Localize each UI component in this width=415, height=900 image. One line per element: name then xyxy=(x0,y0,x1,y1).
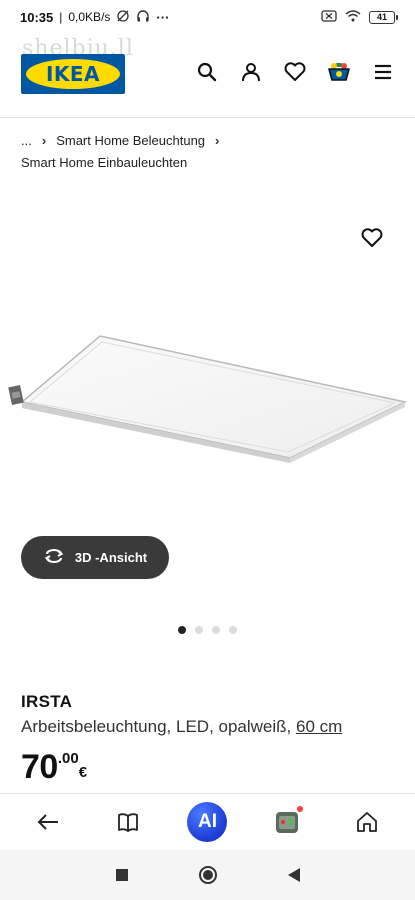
recent-apps-button[interactable] xyxy=(110,863,134,887)
back-button[interactable] xyxy=(282,863,306,887)
browser-toolbar: AI xyxy=(0,793,415,849)
back-icon[interactable] xyxy=(28,802,68,842)
gallery-dot[interactable] xyxy=(212,626,220,634)
book-icon[interactable] xyxy=(108,802,148,842)
breadcrumb: ... › Smart Home Beleuchtung › Smart Hom… xyxy=(21,132,401,171)
menu-icon[interactable] xyxy=(371,60,395,84)
rotate-3d-icon xyxy=(43,548,65,567)
home-button[interactable] xyxy=(196,863,220,887)
price-decimal: .00 xyxy=(57,750,79,767)
logo-oval: IKEA xyxy=(26,59,120,89)
wifi-icon xyxy=(345,9,361,25)
product-gallery[interactable]: 3D -Ansicht xyxy=(0,182,415,634)
gallery-dot[interactable] xyxy=(195,626,203,634)
breadcrumb-current[interactable]: Smart Home Einbauleuchten xyxy=(21,155,401,171)
site-header: shelbiu.ll IKEA xyxy=(0,34,415,110)
view-3d-button[interactable]: 3D -Ansicht xyxy=(21,536,169,579)
system-navigation-bar xyxy=(0,850,415,900)
battery-indicator: 41 xyxy=(369,10,398,24)
more-notifications-icon: ··· xyxy=(156,9,170,25)
view-3d-label: 3D -Ansicht xyxy=(74,550,148,565)
breadcrumb-separator: › xyxy=(41,132,47,148)
status-left: 10:35 | 0,0KB/s ··· xyxy=(20,9,169,26)
headphones-icon xyxy=(136,9,150,26)
ai-assistant-button[interactable]: AI xyxy=(187,801,228,842)
product-size-link[interactable]: 60 cm xyxy=(296,717,342,736)
breadcrumb-separator: › xyxy=(215,132,220,148)
status-separator: | xyxy=(59,10,63,24)
add-to-favorites-heart-icon[interactable] xyxy=(361,228,385,252)
price-currency: € xyxy=(78,764,88,781)
product-price: 70 .00 € xyxy=(21,748,87,786)
header-divider xyxy=(0,117,415,118)
ikea-logo[interactable]: IKEA xyxy=(21,54,125,94)
no-sim-icon xyxy=(321,9,337,25)
account-icon[interactable] xyxy=(239,60,263,84)
search-icon[interactable] xyxy=(195,60,219,84)
favorites-icon[interactable] xyxy=(283,60,307,84)
alarm-off-icon xyxy=(116,9,130,26)
gallery-pagination xyxy=(0,626,415,634)
home-icon[interactable] xyxy=(347,802,387,842)
notification-dot xyxy=(297,805,304,812)
status-time: 10:35 xyxy=(20,9,54,25)
ai-icon: AI xyxy=(187,801,228,842)
product-description-text: Arbeitsbeleuchtung, LED, opalweiß, xyxy=(21,717,296,736)
status-right: 41 xyxy=(321,9,398,25)
logo-text: IKEA xyxy=(45,62,101,86)
breadcrumb-ellipsis[interactable]: ... xyxy=(21,133,32,148)
product-name: IRSTA xyxy=(21,692,73,711)
breadcrumb-parent-link[interactable]: Smart Home Beleuchtung xyxy=(56,133,205,148)
cart-icon[interactable] xyxy=(327,60,351,84)
price-integer: 70 xyxy=(21,748,58,786)
gallery-dot[interactable] xyxy=(229,626,237,634)
breadcrumb-row: ... › Smart Home Beleuchtung › xyxy=(21,132,401,148)
status-bar: 10:35 | 0,0KB/s ··· 41 xyxy=(0,0,415,34)
status-speed: 0,0KB/s xyxy=(68,10,111,24)
gallery-dot[interactable] xyxy=(178,626,186,634)
product-image xyxy=(8,335,408,463)
game-icon[interactable] xyxy=(267,802,307,842)
product-description: Arbeitsbeleuchtung, LED, opalweiß, 60 cm xyxy=(21,717,342,737)
header-icons xyxy=(195,60,395,84)
